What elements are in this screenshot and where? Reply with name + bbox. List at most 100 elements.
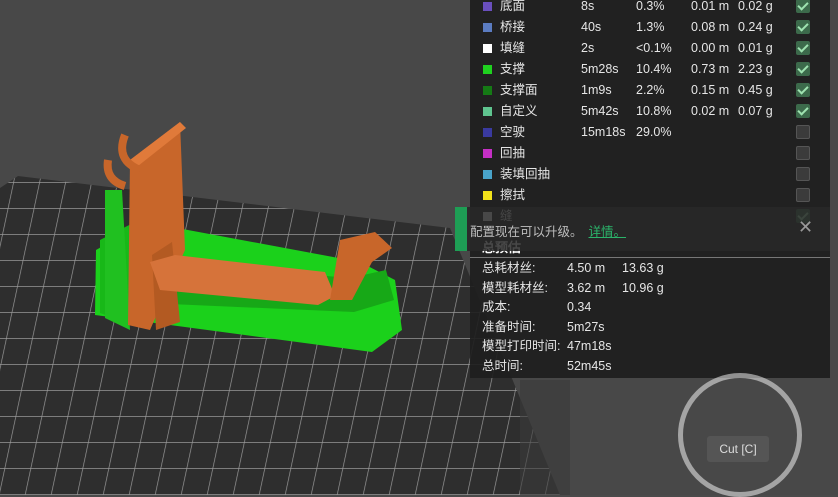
color-swatch bbox=[483, 2, 492, 11]
legend-name: 桥接 bbox=[500, 20, 526, 34]
legend-percent: 0.3% bbox=[636, 0, 665, 13]
legend-row: 支撑面 1m9s 2.2% 0.15 m 0.45 g bbox=[470, 80, 830, 101]
estimate-value: 52m45s bbox=[567, 358, 612, 373]
cut-button[interactable]: Cut [C] bbox=[707, 436, 769, 462]
visibility-checkbox[interactable] bbox=[796, 125, 810, 139]
legend-name: 装填回抽 bbox=[500, 167, 551, 181]
notice-accent-bar bbox=[455, 207, 467, 251]
legend-row: 空驶 15m18s 29.0% bbox=[470, 122, 830, 143]
color-swatch bbox=[483, 86, 492, 95]
estimate-row: 总耗材丝: 4.50 m 13.63 g bbox=[470, 258, 830, 278]
legend-row: 支撑 5m28s 10.4% 0.73 m 2.23 g bbox=[470, 59, 830, 80]
visibility-checkbox[interactable] bbox=[796, 167, 810, 181]
legend-time: 5m28s bbox=[581, 62, 619, 76]
estimate-row: 模型耗材丝: 3.62 m 10.96 g bbox=[470, 278, 830, 298]
legend-length: 0.08 m bbox=[691, 20, 730, 34]
visibility-checkbox[interactable] bbox=[796, 20, 810, 34]
legend-length: 0.00 m bbox=[691, 41, 730, 55]
legend-percent: 1.3% bbox=[636, 20, 665, 34]
legend-time: 15m18s bbox=[581, 125, 626, 139]
cut-gizmo-ring[interactable] bbox=[678, 373, 802, 497]
legend-name: 支撑 bbox=[500, 62, 526, 76]
legend-time: 2s bbox=[581, 41, 595, 55]
visibility-checkbox[interactable] bbox=[796, 83, 810, 97]
estimate-value: 47m18s bbox=[567, 339, 612, 353]
color-swatch bbox=[483, 170, 492, 179]
estimate-row: 成本: 0.34 bbox=[470, 297, 830, 317]
estimate-label: 总耗材丝: bbox=[482, 261, 536, 275]
visibility-checkbox[interactable] bbox=[796, 62, 810, 76]
legend-weight: 0.01 g bbox=[738, 41, 773, 55]
legend-row: 擦拭 bbox=[470, 185, 830, 206]
legend-weight: 0.02 g bbox=[738, 0, 773, 13]
legend-time: 8s bbox=[581, 0, 595, 13]
estimate-label: 成本: bbox=[482, 300, 511, 314]
legend-percent: 10.4% bbox=[636, 62, 672, 76]
visibility-checkbox[interactable] bbox=[796, 0, 810, 13]
legend-length: 0.73 m bbox=[691, 62, 730, 76]
legend-weight: 0.45 g bbox=[738, 83, 773, 97]
check-icon bbox=[797, 0, 809, 11]
legend-time: 40s bbox=[581, 20, 602, 34]
legend-name: 自定义 bbox=[500, 104, 538, 118]
legend-length: 0.01 m bbox=[691, 0, 730, 13]
legend-name: 填缝 bbox=[500, 41, 526, 55]
color-swatch bbox=[483, 44, 492, 53]
legend-time: 1m9s bbox=[581, 83, 612, 97]
color-swatch bbox=[483, 65, 492, 74]
estimate-value: 5m27s bbox=[567, 319, 605, 334]
notice-details-link[interactable]: 详情。 bbox=[589, 225, 627, 239]
close-icon[interactable]: ✕ bbox=[798, 217, 813, 238]
check-icon bbox=[797, 41, 809, 53]
check-icon bbox=[797, 104, 809, 116]
legend-percent: 2.2% bbox=[636, 83, 665, 97]
estimate-row: 准备时间: 5m27s bbox=[470, 317, 830, 337]
legend-panel: 底面 8s 0.3% 0.01 m 0.02 g 桥接 40s 1.3% 0.08 m 0.24 … bbox=[470, 0, 830, 378]
estimate-row: 模型打印时间: 47m18s bbox=[470, 336, 830, 356]
notice-text: 配置现在可以升级。 详情。 bbox=[470, 221, 626, 240]
upgrade-notification: 配置现在可以升级。 详情。 ✕ bbox=[455, 207, 830, 251]
estimate-value: 0.34 bbox=[567, 300, 592, 314]
estimate-label: 准备时间: bbox=[482, 319, 536, 334]
legend-row: 装填回抽 bbox=[470, 164, 830, 185]
color-swatch bbox=[483, 128, 492, 137]
legend-weight: 2.23 g bbox=[738, 62, 773, 76]
layer-slider-track[interactable] bbox=[520, 380, 570, 495]
estimate-value: 3.62 m bbox=[567, 280, 606, 295]
estimate-row: 总时间: 52m45s bbox=[470, 356, 830, 376]
legend-row: 桥接 40s 1.3% 0.08 m 0.24 g bbox=[470, 17, 830, 38]
visibility-checkbox[interactable] bbox=[796, 146, 810, 160]
color-swatch bbox=[483, 191, 492, 200]
legend-name: 支撑面 bbox=[500, 83, 538, 97]
legend-percent: 10.8% bbox=[636, 104, 672, 118]
check-icon bbox=[797, 83, 809, 95]
estimate-value: 4.50 m bbox=[567, 261, 606, 275]
legend-time: 5m42s bbox=[581, 104, 619, 118]
legend-row: 填缝 2s <0.1% 0.00 m 0.01 g bbox=[470, 38, 830, 59]
check-icon bbox=[797, 62, 809, 74]
legend-row: 自定义 5m42s 10.8% 0.02 m 0.07 g bbox=[470, 101, 830, 122]
estimate-label: 总时间: bbox=[482, 358, 523, 373]
legend-length: 0.02 m bbox=[691, 104, 730, 118]
color-swatch bbox=[483, 107, 492, 116]
legend-row: 底面 8s 0.3% 0.01 m 0.02 g bbox=[470, 0, 830, 17]
legend-name: 底面 bbox=[500, 0, 526, 13]
visibility-checkbox[interactable] bbox=[796, 188, 810, 202]
estimate-label: 模型打印时间: bbox=[482, 339, 561, 353]
visibility-checkbox[interactable] bbox=[796, 41, 810, 55]
legend-name: 擦拭 bbox=[500, 188, 526, 202]
check-icon bbox=[797, 20, 809, 32]
estimate-label: 模型耗材丝: bbox=[482, 280, 548, 295]
estimate-value-secondary: 13.63 g bbox=[622, 261, 664, 275]
legend-percent: <0.1% bbox=[636, 41, 672, 55]
legend-length: 0.15 m bbox=[691, 83, 730, 97]
legend-weight: 0.24 g bbox=[738, 20, 773, 34]
legend-percent: 29.0% bbox=[636, 125, 672, 139]
legend-row: 回抽 bbox=[470, 143, 830, 164]
legend-name: 空驶 bbox=[500, 125, 526, 139]
legend-weight: 0.07 g bbox=[738, 104, 773, 118]
legend-name: 回抽 bbox=[500, 146, 526, 160]
visibility-checkbox[interactable] bbox=[796, 104, 810, 118]
notice-message: 配置现在可以升级。 bbox=[470, 225, 583, 239]
color-swatch bbox=[483, 23, 492, 32]
